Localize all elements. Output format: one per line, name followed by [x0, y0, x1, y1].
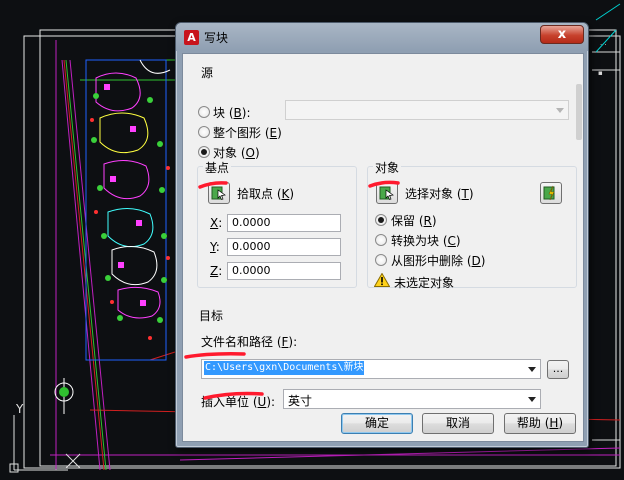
convert-to-block-radio[interactable] — [375, 234, 387, 246]
select-objects-label[interactable]: 选择对象 (T) — [405, 185, 474, 202]
source-entire-drawing-label[interactable]: 整个图形 (E) — [213, 124, 282, 141]
write-block-dialog: A 写块 x 源 块 (B): 整个图形 (E) 对象 (O) 基点 拾取点 (… — [175, 22, 589, 448]
delete-text: 从图形中删除 — [391, 254, 464, 268]
cancel-button[interactable]: 取消 — [422, 413, 494, 434]
dialog-titlebar[interactable]: A 写块 x — [176, 23, 588, 51]
convert-text: 转换为块 — [391, 234, 440, 248]
no-objects-selected-text: 未选定对象 — [394, 276, 455, 290]
ucs-y-label: Y — [15, 402, 24, 416]
filename-path-combo[interactable]: C:\Users\gxn\Documents\新块 — [201, 359, 541, 379]
z-label: Z: — [210, 264, 223, 278]
warning-icon — [374, 273, 390, 287]
y-label-text: Y — [210, 240, 216, 254]
pick-point-label[interactable]: 拾取点 (K) — [237, 185, 294, 202]
help-button[interactable]: 帮助 (H) — [504, 413, 576, 434]
convert-hotkey: C — [447, 234, 456, 248]
insert-units-combo[interactable]: 英寸 — [283, 389, 541, 409]
x-coordinate-input[interactable]: 0.0000 — [227, 214, 341, 232]
svg-text:· ·: · · — [600, 41, 607, 49]
retain-text: 保留 — [391, 214, 416, 228]
x-label: X: — [210, 216, 223, 230]
select-objects-text: 选择对象 — [405, 187, 454, 201]
source-block-text: 块 — [213, 106, 226, 120]
convert-to-block-label[interactable]: 转换为块 (C) — [391, 232, 461, 249]
pick-point-button[interactable] — [208, 182, 230, 204]
objects-group-title: 对象 — [373, 159, 402, 176]
help-text: 帮助 — [516, 416, 541, 430]
select-objects-icon — [379, 186, 394, 200]
y-label: Y: — [210, 240, 220, 254]
source-group-title: 源 — [199, 64, 216, 81]
delete-from-drawing-radio[interactable] — [375, 254, 387, 266]
block-name-combo[interactable] — [285, 100, 569, 120]
source-block-radio[interactable] — [198, 106, 210, 118]
objects-text: 对象 — [213, 146, 238, 160]
insert-units-text: 插入单位 — [201, 395, 250, 409]
pick-point-icon — [211, 186, 226, 200]
help-hotkey: H — [549, 416, 559, 430]
objects-hotkey: O — [245, 146, 255, 160]
source-entire-drawing-radio[interactable] — [198, 126, 210, 138]
entire-drawing-hotkey: E — [269, 126, 278, 140]
quick-select-button[interactable] — [540, 182, 562, 204]
insert-units-hotkey: U — [257, 395, 267, 409]
x-label-text: X — [210, 216, 219, 230]
close-button[interactable]: x — [540, 25, 584, 44]
browse-button[interactable]: ... — [547, 360, 569, 379]
source-objects-radio[interactable] — [198, 146, 210, 158]
chevron-down-icon — [528, 397, 536, 402]
delete-hotkey: D — [471, 254, 481, 268]
retain-radio[interactable] — [375, 214, 387, 226]
entire-drawing-text: 整个图形 — [213, 126, 262, 140]
dialog-title: 写块 — [204, 31, 229, 45]
filename-path-value[interactable]: C:\Users\gxn\Documents\新块 — [204, 361, 365, 375]
pick-point-hotkey: K — [281, 187, 290, 201]
insert-units-label: 插入单位 (U): — [201, 395, 276, 409]
dialog-scrollbar[interactable] — [575, 84, 583, 140]
select-objects-hotkey: T — [461, 187, 469, 201]
source-block-suffix: : — [246, 106, 251, 120]
source-block-label[interactable]: 块 (B): — [213, 104, 250, 121]
select-objects-button[interactable] — [376, 182, 398, 204]
delete-from-drawing-label[interactable]: 从图形中删除 (D) — [391, 252, 485, 269]
chevron-down-icon — [528, 367, 536, 372]
pick-point-text: 拾取点 — [237, 187, 274, 201]
y-coordinate-input[interactable]: 0.0000 — [227, 238, 341, 256]
base-point-title: 基点 — [203, 159, 232, 176]
retain-hotkey: R — [423, 214, 432, 228]
chevron-down-icon — [556, 108, 564, 113]
svg-text:▪: ▪ — [598, 69, 603, 77]
filename-hotkey: F — [281, 335, 289, 349]
destination-group-title: 目标 — [197, 307, 226, 324]
filename-text: 文件名和路径 — [201, 335, 274, 349]
z-label-text: Z — [210, 264, 219, 278]
quick-select-icon — [543, 185, 555, 201]
retain-label[interactable]: 保留 (R) — [391, 212, 437, 229]
destination-group — [189, 316, 577, 400]
autocad-logo-icon: A — [184, 30, 199, 45]
source-block-hotkey: B — [233, 106, 242, 120]
filename-label: 文件名和路径 (F): — [201, 335, 298, 349]
ok-button[interactable]: 确定 — [341, 413, 413, 434]
dialog-client-area: 源 块 (B): 整个图形 (E) 对象 (O) 基点 拾取点 (K) X: 0… — [182, 53, 584, 442]
insert-units-value: 英寸 — [288, 394, 313, 408]
z-coordinate-input[interactable]: 0.0000 — [227, 262, 341, 280]
